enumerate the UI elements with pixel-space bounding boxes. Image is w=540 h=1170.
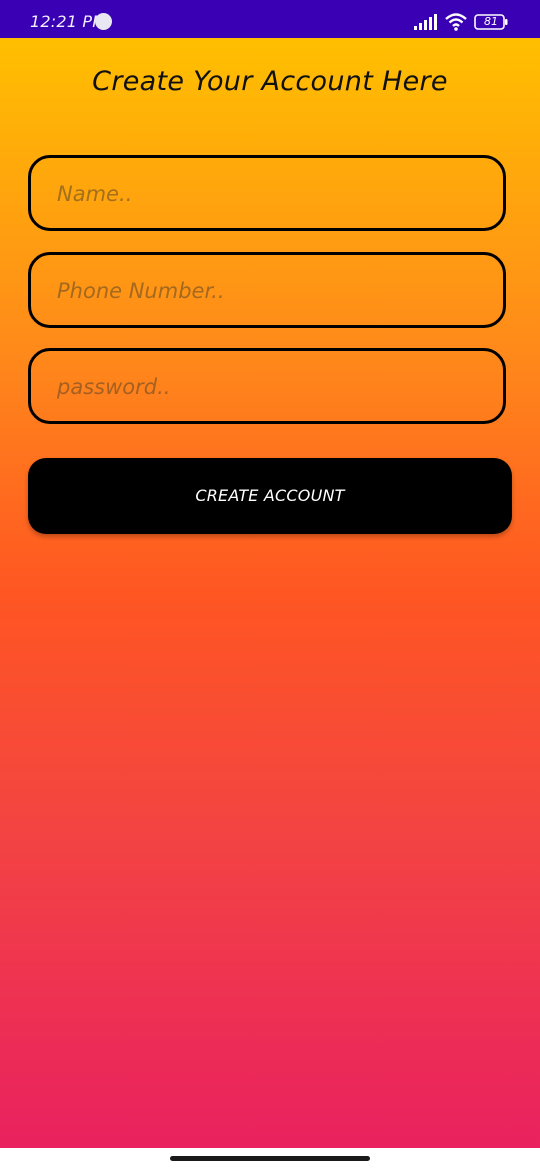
phone-field[interactable]: Phone Number.. bbox=[28, 252, 506, 328]
screen: 12:21 PM 81 Create Your Account Here Nam… bbox=[0, 0, 540, 1170]
create-account-label: CREATE ACCOUNT bbox=[195, 486, 345, 505]
page-title: Create Your Account Here bbox=[92, 66, 448, 97]
password-field[interactable]: password.. bbox=[28, 348, 506, 424]
status-indicator-icon bbox=[95, 13, 112, 30]
wifi-icon bbox=[445, 13, 467, 31]
signal-icon bbox=[414, 14, 437, 30]
name-field[interactable]: Name.. bbox=[28, 155, 506, 231]
password-placeholder: password.. bbox=[57, 375, 171, 399]
create-account-button[interactable]: CREATE ACCOUNT bbox=[28, 458, 512, 534]
status-bar: 12:21 PM 81 bbox=[0, 0, 540, 38]
battery-level: 81 bbox=[484, 15, 498, 28]
phone-placeholder: Phone Number.. bbox=[57, 279, 225, 303]
signup-form: Create Your Account Here Name.. Phone Nu… bbox=[0, 38, 540, 1148]
name-placeholder: Name.. bbox=[57, 182, 133, 206]
navigation-bar bbox=[0, 1148, 540, 1170]
home-indicator[interactable] bbox=[170, 1156, 370, 1161]
